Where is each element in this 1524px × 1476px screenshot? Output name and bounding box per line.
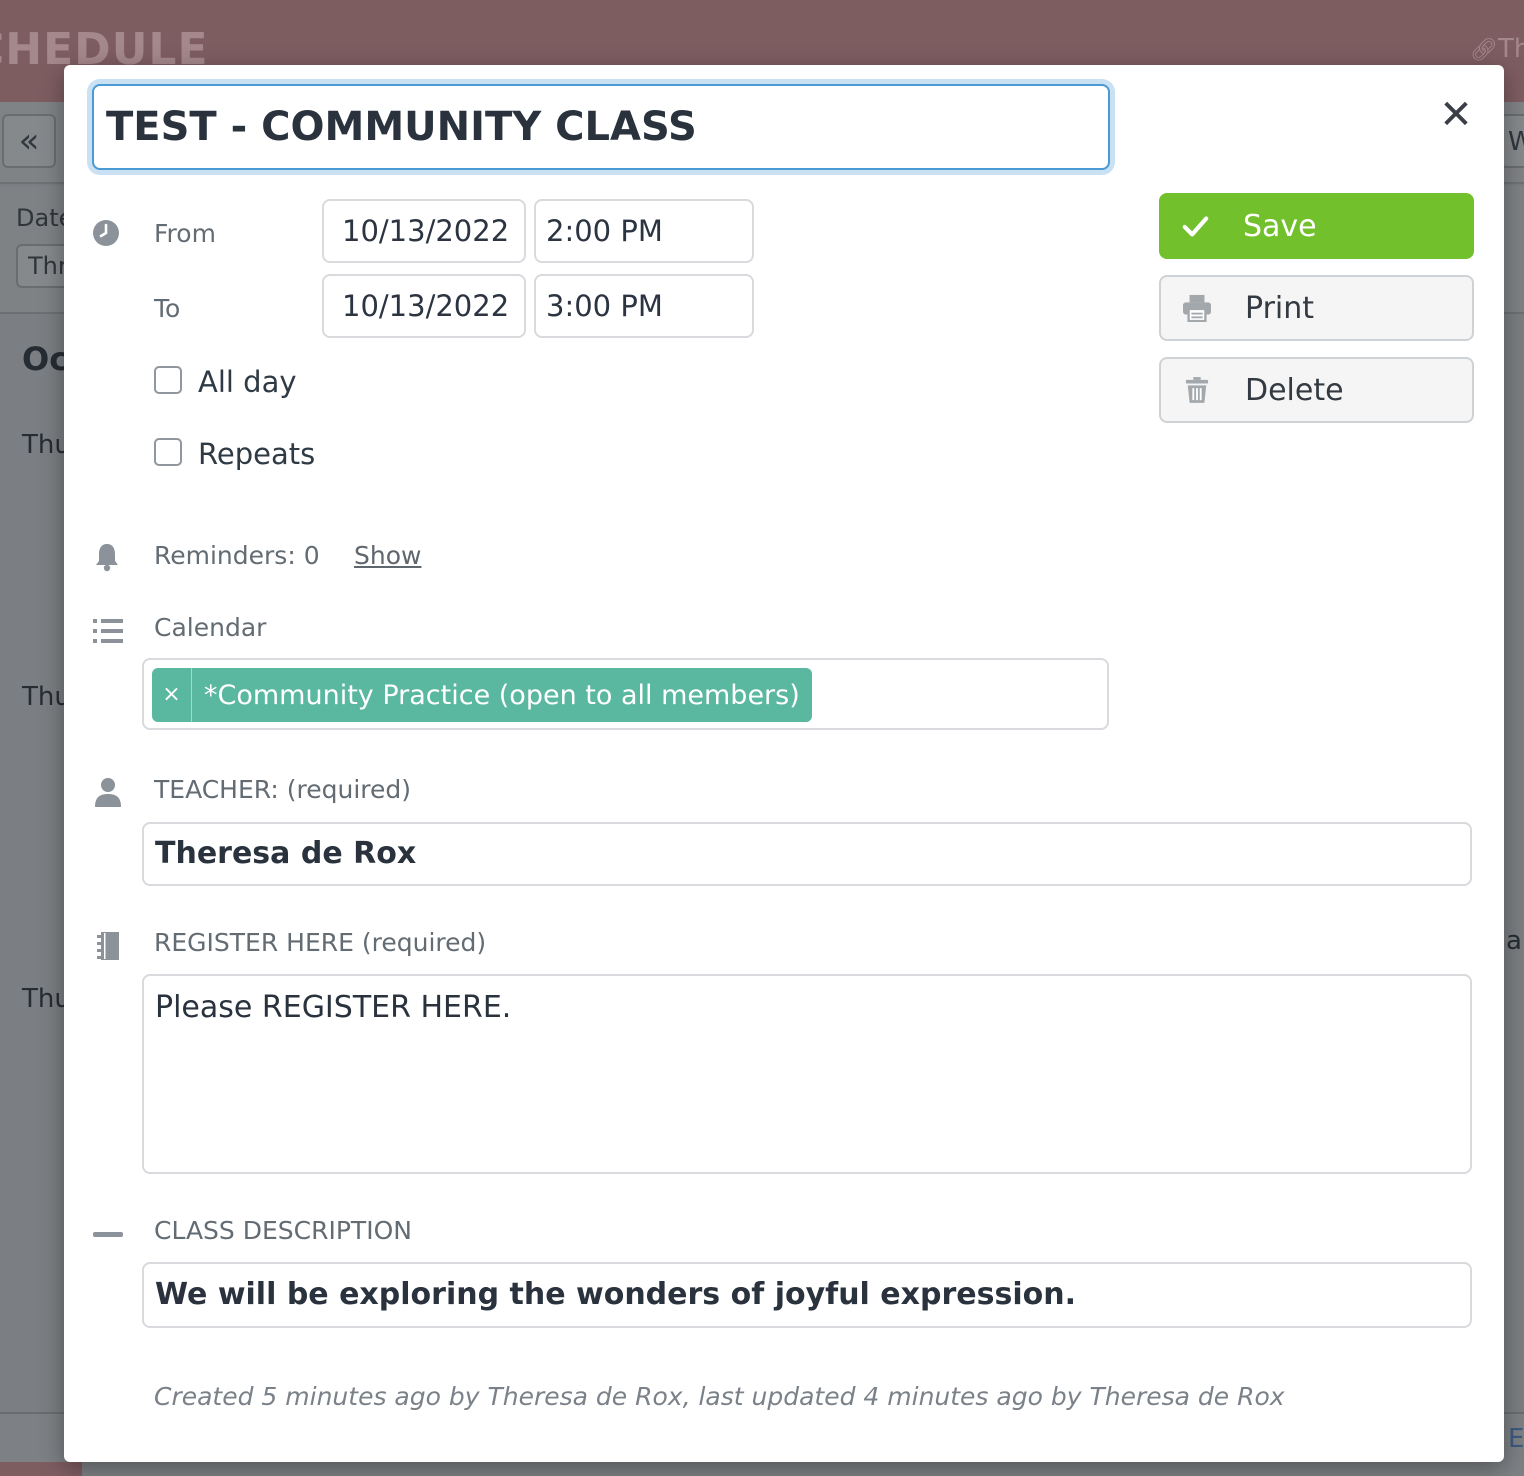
person-icon bbox=[94, 777, 122, 807]
from-time-input[interactable]: 2:00 PM bbox=[534, 199, 754, 263]
all-day-checkbox[interactable] bbox=[154, 366, 182, 394]
bottom-link-fragment[interactable]: E bbox=[1508, 1424, 1524, 1454]
repeats-checkbox[interactable] bbox=[154, 438, 182, 466]
to-time-input[interactable]: 3:00 PM bbox=[534, 274, 754, 338]
trash-icon bbox=[1179, 372, 1215, 408]
all-day-label[interactable]: All day bbox=[198, 365, 297, 399]
calendar-tag-label: *Community Practice (open to all members… bbox=[204, 679, 800, 711]
delete-button[interactable]: Delete bbox=[1159, 357, 1474, 423]
clock-icon bbox=[91, 218, 121, 248]
prev-button[interactable]: « bbox=[2, 114, 56, 168]
teacher-label: TEACHER: (required) bbox=[154, 775, 412, 804]
description-input[interactable]: We will be exploring the wonders of joyf… bbox=[142, 1262, 1472, 1328]
calendar-label: Calendar bbox=[154, 613, 267, 642]
audit-metadata: Created 5 minutes ago by Theresa de Rox,… bbox=[154, 1382, 1285, 1411]
delete-button-label: Delete bbox=[1245, 372, 1344, 408]
share-link-text: Th bbox=[1497, 34, 1524, 64]
close-button[interactable]: ✕ bbox=[1438, 95, 1474, 135]
register-label: REGISTER HERE (required) bbox=[154, 928, 487, 957]
calendar-tag: × *Community Practice (open to all membe… bbox=[152, 668, 812, 722]
save-button[interactable]: Save bbox=[1159, 193, 1474, 259]
notebook-icon bbox=[96, 931, 120, 961]
event-text-fragment: a bbox=[1506, 926, 1522, 956]
printer-icon bbox=[1179, 290, 1215, 326]
calendar-select[interactable]: × *Community Practice (open to all membe… bbox=[142, 658, 1109, 730]
print-button[interactable]: Print bbox=[1159, 275, 1474, 341]
save-button-label: Save bbox=[1243, 208, 1317, 244]
event-editor-modal: ✕ From 10/13/2022 2:00 PM To 10/13/2022 … bbox=[64, 65, 1504, 1462]
event-title-input[interactable] bbox=[92, 84, 1110, 170]
bell-icon bbox=[93, 541, 121, 573]
close-icon: ✕ bbox=[1439, 92, 1473, 138]
reminders-count: Reminders: 0 bbox=[154, 541, 320, 570]
from-date-input[interactable]: 10/13/2022 bbox=[322, 199, 526, 263]
dash-icon bbox=[93, 1229, 123, 1239]
bottom-accent bbox=[0, 1462, 82, 1476]
from-label: From bbox=[154, 219, 216, 248]
teacher-input[interactable]: Theresa de Rox bbox=[142, 822, 1472, 886]
show-reminders-link[interactable]: Show bbox=[354, 541, 421, 570]
to-label: To bbox=[154, 294, 181, 323]
to-date-input[interactable]: 10/13/2022 bbox=[322, 274, 526, 338]
description-label: CLASS DESCRIPTION bbox=[154, 1216, 412, 1245]
link-icon: 🔗︎ bbox=[1470, 38, 1498, 63]
print-button-label: Print bbox=[1245, 290, 1315, 326]
list-icon bbox=[93, 617, 123, 645]
double-chevron-left-icon: « bbox=[18, 121, 40, 161]
month-heading: Oc bbox=[22, 340, 69, 378]
register-textarea[interactable]: Please REGISTER HERE. bbox=[142, 974, 1472, 1174]
repeats-label[interactable]: Repeats bbox=[198, 437, 315, 471]
remove-tag-button[interactable]: × bbox=[152, 668, 192, 722]
share-link[interactable]: 🔗︎Th bbox=[1470, 34, 1524, 64]
checkmark-icon bbox=[1177, 208, 1213, 244]
